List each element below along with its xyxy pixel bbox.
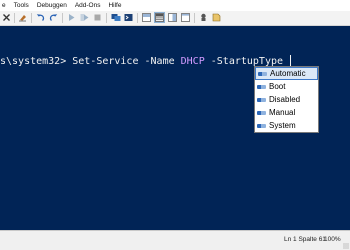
enum-value-icon <box>257 84 266 89</box>
show-script-pane-maximized-icon <box>168 13 177 22</box>
console-icon <box>124 13 133 22</box>
toolbar-separator <box>194 13 195 23</box>
intellisense-item-disabled[interactable]: Disabled <box>255 93 318 106</box>
toolbar-separator <box>106 13 107 23</box>
prompt-text: s\system32> <box>0 56 73 67</box>
status-bar: Ln 1 Spalte 61 100% <box>0 230 350 250</box>
menu-item-edit[interactable]: e <box>0 0 10 11</box>
enum-value-icon <box>257 97 266 102</box>
undo-button[interactable] <box>35 12 46 23</box>
intellisense-item-automatic[interactable]: Automatic <box>255 67 318 80</box>
show-script-pane-button[interactable] <box>180 12 191 23</box>
toolbar <box>0 11 350 26</box>
clear-icon <box>18 13 27 22</box>
remote-powershell-button[interactable] <box>110 12 121 23</box>
menu-bar: e Tools Debuggen Add-Ons Hilfe <box>0 0 350 11</box>
show-script-pane-right-button[interactable] <box>154 12 165 23</box>
toolbar-separator <box>62 13 63 23</box>
run-selection-icon <box>80 13 89 22</box>
intellisense-item-label: Boot <box>269 82 286 91</box>
powershell-ise-window: e Tools Debuggen Add-Ons Hilfe s\system3… <box>0 0 350 250</box>
intellisense-item-system[interactable]: System <box>255 119 318 132</box>
enum-value-icon <box>257 110 266 115</box>
start-powershell-console-button[interactable] <box>123 12 134 23</box>
menu-item-tools[interactable]: Tools <box>10 0 33 11</box>
stop-button[interactable] <box>92 12 103 23</box>
command-line[interactable]: s\system32> Set-Service -Name DHCP -Star… <box>0 55 292 68</box>
intellisense-popup[interactable]: Automatic Boot Disabled Manual System <box>254 66 319 133</box>
undo-icon <box>36 13 45 22</box>
remote-powershell-icon <box>111 13 121 22</box>
commands-addon-button[interactable] <box>198 12 209 23</box>
enum-value-icon <box>258 71 267 76</box>
enum-value-icon <box>257 123 266 128</box>
commands-addon-icon <box>199 13 208 22</box>
name-value-token: DHCP <box>180 56 205 67</box>
menu-item-debug[interactable]: Debuggen <box>33 0 71 11</box>
show-commands-icon <box>212 13 221 22</box>
menu-item-addons[interactable]: Add-Ons <box>71 0 105 11</box>
redo-icon <box>49 13 58 22</box>
zoom-level[interactable]: 100% <box>324 236 341 243</box>
intellisense-item-label: System <box>269 121 296 130</box>
run-selection-button[interactable] <box>79 12 90 23</box>
delete-button[interactable] <box>1 12 12 23</box>
show-script-pane-maximized-button[interactable] <box>167 12 178 23</box>
run-script-button[interactable] <box>66 12 77 23</box>
show-script-pane-top-button[interactable] <box>141 12 152 23</box>
text-caret <box>290 55 292 66</box>
intellisense-item-label: Disabled <box>269 95 301 104</box>
show-script-pane-top-icon <box>142 13 151 22</box>
toolbar-separator <box>31 13 32 23</box>
intellisense-item-boot[interactable]: Boot <box>255 80 318 93</box>
stop-icon <box>93 13 102 22</box>
cursor-position: Ln 1 Spalte 61 <box>284 236 326 243</box>
intellisense-item-label: Automatic <box>270 69 306 78</box>
show-commands-button[interactable] <box>211 12 222 23</box>
delete-icon <box>2 13 11 22</box>
toolbar-separator <box>137 13 138 23</box>
intellisense-item-label: Manual <box>269 108 296 117</box>
console-pane[interactable]: s\system32> Set-Service -Name DHCP -Star… <box>0 26 350 230</box>
resize-grip[interactable] <box>343 243 349 249</box>
redo-button[interactable] <box>48 12 59 23</box>
run-icon <box>67 13 76 22</box>
intellisense-item-manual[interactable]: Manual <box>255 106 318 119</box>
show-script-pane-icon <box>181 13 190 22</box>
show-script-pane-right-icon <box>155 13 164 22</box>
command-token: Set-Service <box>72 56 139 67</box>
menu-item-help[interactable]: Hilfe <box>104 0 125 11</box>
toolbar-separator <box>14 13 15 23</box>
clear-console-button[interactable] <box>17 12 28 23</box>
name-parameter-token: -Name <box>138 56 181 67</box>
